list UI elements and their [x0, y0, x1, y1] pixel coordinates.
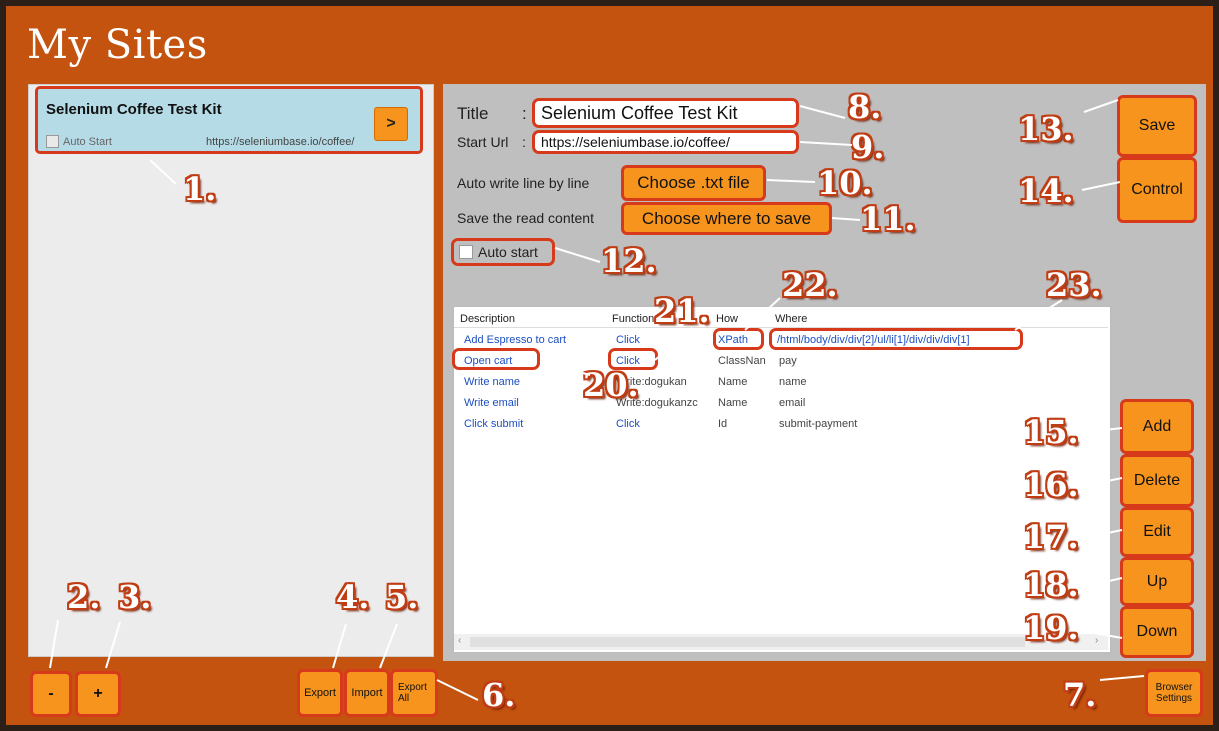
- add-button[interactable]: Add: [1120, 399, 1194, 454]
- callout-1: 1.: [183, 170, 217, 208]
- site-item-autostart[interactable]: Auto Start: [46, 135, 112, 148]
- callout-22: 22.: [782, 266, 838, 304]
- callout-3: 3.: [118, 578, 152, 616]
- autowrite-label: Auto write line by line: [457, 175, 590, 191]
- move-up-button[interactable]: Up: [1120, 557, 1194, 606]
- cell-description: Click submit: [464, 418, 524, 430]
- cell-how: Name: [718, 397, 748, 409]
- cell-where: submit-payment: [779, 418, 858, 430]
- callout-20: 20.: [583, 366, 639, 404]
- cell-how: Name: [718, 376, 748, 388]
- auto-start-label: Auto start: [478, 244, 538, 260]
- cell-function: Click: [616, 334, 640, 346]
- cell-where: name: [779, 376, 807, 388]
- title-input[interactable]: Selenium Coffee Test Kit: [532, 98, 799, 128]
- callout-6: 6.: [482, 676, 516, 714]
- edit-button[interactable]: Edit: [1120, 507, 1194, 557]
- site-list: Selenium Coffee Test Kit Auto Start http…: [28, 84, 434, 657]
- site-item-url: https://seleniumbase.io/coffee/: [206, 136, 355, 148]
- column-description[interactable]: Description: [460, 313, 515, 325]
- site-list-item[interactable]: Selenium Coffee Test Kit Auto Start http…: [35, 86, 423, 154]
- remove-site-button[interactable]: -: [30, 671, 72, 717]
- import-button[interactable]: Import: [344, 669, 390, 717]
- cell-how: Id: [718, 418, 728, 430]
- add-site-button[interactable]: +: [75, 671, 121, 717]
- cell-how: ClassNan: [718, 355, 766, 367]
- callout-14: 14.: [1018, 172, 1074, 210]
- column-function[interactable]: Function: [612, 313, 654, 325]
- actions-table: Description Function How Where Add Espre…: [453, 306, 1111, 653]
- cell-description: Write email: [464, 397, 519, 409]
- choose-txt-file-button[interactable]: Choose .txt file: [621, 165, 766, 201]
- start-url-input[interactable]: https://seleniumbase.io/coffee/: [532, 130, 799, 154]
- cell-description: Write name: [464, 376, 521, 388]
- callout-12: 12.: [601, 242, 657, 280]
- callout-2: 2.: [67, 578, 101, 616]
- scroll-left-icon[interactable]: ‹: [458, 635, 461, 646]
- choose-save-location-button[interactable]: Choose where to save: [621, 202, 832, 235]
- callout-21: 21.: [654, 292, 710, 330]
- callout-13: 13.: [1018, 110, 1074, 148]
- callout-9: 9.: [851, 128, 885, 166]
- auto-start-checkbox[interactable]: [459, 245, 473, 259]
- start-url-label: Start Url: [457, 134, 509, 150]
- site-item-title: Selenium Coffee Test Kit: [46, 101, 222, 118]
- scrollbar-thumb[interactable]: [470, 637, 1025, 647]
- callout-10: 10.: [817, 164, 873, 202]
- scroll-right-icon[interactable]: ›: [1095, 635, 1098, 646]
- column-how[interactable]: How: [716, 313, 738, 325]
- highlight-description-cell: [452, 348, 540, 370]
- cell-where: pay: [779, 355, 797, 367]
- callout-18: 18.: [1023, 566, 1079, 604]
- highlight-how-cell: [713, 328, 764, 350]
- title-separator: :: [522, 104, 527, 123]
- control-button[interactable]: Control: [1117, 157, 1197, 223]
- cell-description: Add Espresso to cart: [464, 334, 567, 346]
- export-button[interactable]: Export: [297, 669, 343, 717]
- callout-15: 15.: [1023, 413, 1079, 451]
- page-title: My Sites: [27, 22, 208, 68]
- cell-where: email: [779, 397, 806, 409]
- open-site-button[interactable]: >: [374, 107, 408, 141]
- callout-5: 5.: [385, 578, 419, 616]
- callout-17: 17.: [1023, 518, 1079, 556]
- callout-4: 4.: [336, 578, 370, 616]
- browser-settings-button[interactable]: Browser Settings: [1145, 669, 1203, 717]
- autostart-label: Auto Start: [63, 135, 112, 148]
- callout-11: 11.: [860, 200, 916, 238]
- save-button[interactable]: Save: [1117, 95, 1197, 157]
- delete-button[interactable]: Delete: [1120, 454, 1194, 507]
- title-label: Title: [457, 104, 489, 123]
- callout-7: 7.: [1063, 676, 1097, 714]
- callout-8: 8.: [848, 88, 882, 126]
- highlight-where-cell: [769, 328, 1023, 350]
- start-url-separator: :: [522, 134, 526, 150]
- cell-function: Click: [616, 418, 640, 430]
- callout-16: 16.: [1023, 466, 1079, 504]
- export-all-button[interactable]: Export All: [390, 669, 438, 717]
- callout-23: 23.: [1046, 266, 1102, 304]
- column-where[interactable]: Where: [775, 313, 807, 325]
- autostart-checkbox[interactable]: [46, 135, 59, 148]
- horizontal-scrollbar[interactable]: ‹ ›: [454, 634, 1108, 650]
- auto-start-toggle[interactable]: Auto start: [451, 238, 555, 266]
- move-down-button[interactable]: Down: [1120, 606, 1194, 658]
- save-read-label: Save the read content: [457, 210, 594, 226]
- callout-19: 19.: [1023, 609, 1079, 647]
